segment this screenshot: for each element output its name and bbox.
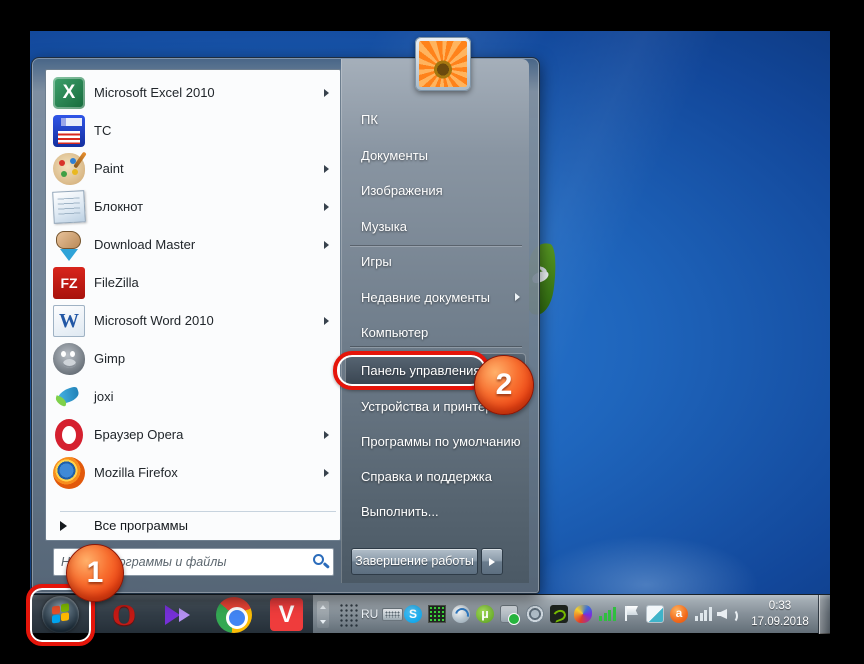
start-menu-links-panel: ПК Документы Изображения Музыка Игры Нед…: [341, 59, 529, 583]
submenu-arrow-icon: [515, 293, 520, 301]
chrome-taskbar-icon[interactable]: [216, 597, 252, 633]
menu-item-opera[interactable]: Браузер Opera: [48, 417, 338, 453]
user-avatar[interactable]: [415, 37, 471, 91]
notepad-icon: [52, 190, 86, 224]
vivaldi-taskbar-icon[interactable]: [270, 598, 303, 631]
clock-time: 0:33: [768, 600, 792, 612]
language-indicator[interactable]: RU: [361, 607, 378, 621]
filezilla-icon: [53, 267, 85, 299]
taskbar: RU 0:33 17.09.2018: [30, 594, 830, 634]
afterburner-tray-icon[interactable]: [574, 605, 592, 623]
shutdown-button[interactable]: Завершение работы: [351, 548, 478, 575]
keyboard-layout-icon[interactable]: [382, 608, 403, 621]
taskbar-clock[interactable]: 0:33 17.09.2018: [741, 598, 819, 632]
menu-item-pk[interactable]: ПК: [342, 106, 528, 132]
submenu-arrow-icon: [324, 203, 329, 211]
menu-item-documents[interactable]: Документы: [342, 142, 528, 168]
gear-tray-icon[interactable]: [526, 605, 544, 623]
avast-tray-icon[interactable]: [670, 605, 688, 623]
submenu-arrow-icon: [324, 317, 329, 325]
menu-item-notepad[interactable]: Блокнот: [48, 189, 338, 225]
avatar-flower-image: [419, 41, 467, 87]
taskbar-grip[interactable]: [338, 602, 359, 627]
menu-item-filezilla[interactable]: FileZilla: [48, 265, 338, 301]
menu-item-computer[interactable]: Компьютер: [342, 319, 528, 345]
menu-item-games[interactable]: Игры: [342, 248, 528, 274]
show-desktop-button[interactable]: [818, 595, 830, 634]
kmplayer-taskbar-icon[interactable]: [160, 597, 196, 633]
opera-taskbar-icon[interactable]: [106, 597, 142, 633]
submenu-arrow-icon: [324, 165, 329, 173]
search-icon[interactable]: [313, 554, 324, 565]
menu-item-recent-documents[interactable]: Недавние документы: [342, 284, 528, 310]
menu-item-paint[interactable]: Paint: [48, 151, 338, 187]
nvidia-tray-icon[interactable]: [550, 605, 568, 623]
green-signal-bars-icon[interactable]: [598, 605, 616, 623]
annotation-rect-control-panel: [333, 351, 490, 390]
shutdown-options-arrow[interactable]: [481, 548, 503, 575]
menu-item-music[interactable]: Музыка: [342, 213, 528, 239]
clock-date: 17.09.2018: [751, 616, 809, 628]
annotation-badge-1: 1: [66, 544, 124, 602]
menu-item-pictures[interactable]: Изображения: [342, 177, 528, 203]
download-master-icon: [53, 229, 85, 261]
menu-item-default-programs[interactable]: Программы по умолчанию: [342, 428, 528, 454]
firefox-icon: [53, 457, 85, 489]
excel-icon: [53, 77, 85, 109]
menu-item-download-master[interactable]: Download Master: [48, 227, 338, 263]
submenu-arrow-icon: [324, 431, 329, 439]
start-menu: Microsoft Excel 2010 TC Paint Блокнот Do…: [31, 57, 540, 594]
led-grid-tray-icon[interactable]: [428, 605, 446, 623]
submenu-arrow-icon: [324, 469, 329, 477]
all-programs-separator: [60, 511, 336, 512]
menu-item-help-support[interactable]: Справка и поддержка: [342, 463, 528, 489]
menu-item-joxi[interactable]: joxi: [48, 379, 338, 415]
screenshot-root: RU 0:33 17.09.2018 Microsoft Excel 2010: [0, 0, 864, 664]
opera-icon: [55, 419, 83, 451]
right-panel-separator: [350, 245, 522, 247]
submenu-arrow-icon: [324, 241, 329, 249]
taskbar-separator[interactable]: [317, 601, 329, 628]
utorrent-tray-icon[interactable]: [476, 605, 494, 623]
menu-item-tc[interactable]: TC: [48, 113, 338, 149]
right-panel-separator: [350, 346, 522, 348]
drive-tray-icon[interactable]: [646, 605, 664, 623]
word-icon: [53, 305, 85, 337]
menu-item-excel[interactable]: Microsoft Excel 2010: [48, 75, 338, 111]
skype-tray-icon[interactable]: [404, 605, 422, 623]
menu-item-gimp[interactable]: Gimp: [48, 341, 338, 377]
volume-icon[interactable]: [717, 605, 738, 623]
gimp-icon: [53, 343, 85, 375]
total-commander-icon: [53, 115, 85, 147]
speedfan-tray-icon[interactable]: [452, 605, 470, 623]
usb-safely-remove-tray-icon[interactable]: [500, 605, 520, 625]
all-programs-button[interactable]: Все программы: [48, 516, 338, 540]
action-center-flag-icon[interactable]: [622, 605, 640, 623]
menu-item-firefox[interactable]: Mozilla Firefox: [48, 455, 338, 491]
start-menu-programs-panel: Microsoft Excel 2010 TC Paint Блокнот Do…: [45, 69, 341, 541]
network-bars-icon[interactable]: [694, 605, 712, 623]
paint-icon: [53, 153, 85, 185]
menu-item-run[interactable]: Выполнить...: [342, 498, 528, 524]
annotation-badge-2: 2: [474, 355, 534, 415]
all-programs-arrow-icon: [60, 521, 67, 531]
joxi-icon: [53, 381, 85, 413]
submenu-arrow-icon: [324, 89, 329, 97]
menu-item-word[interactable]: Microsoft Word 2010: [48, 303, 338, 339]
